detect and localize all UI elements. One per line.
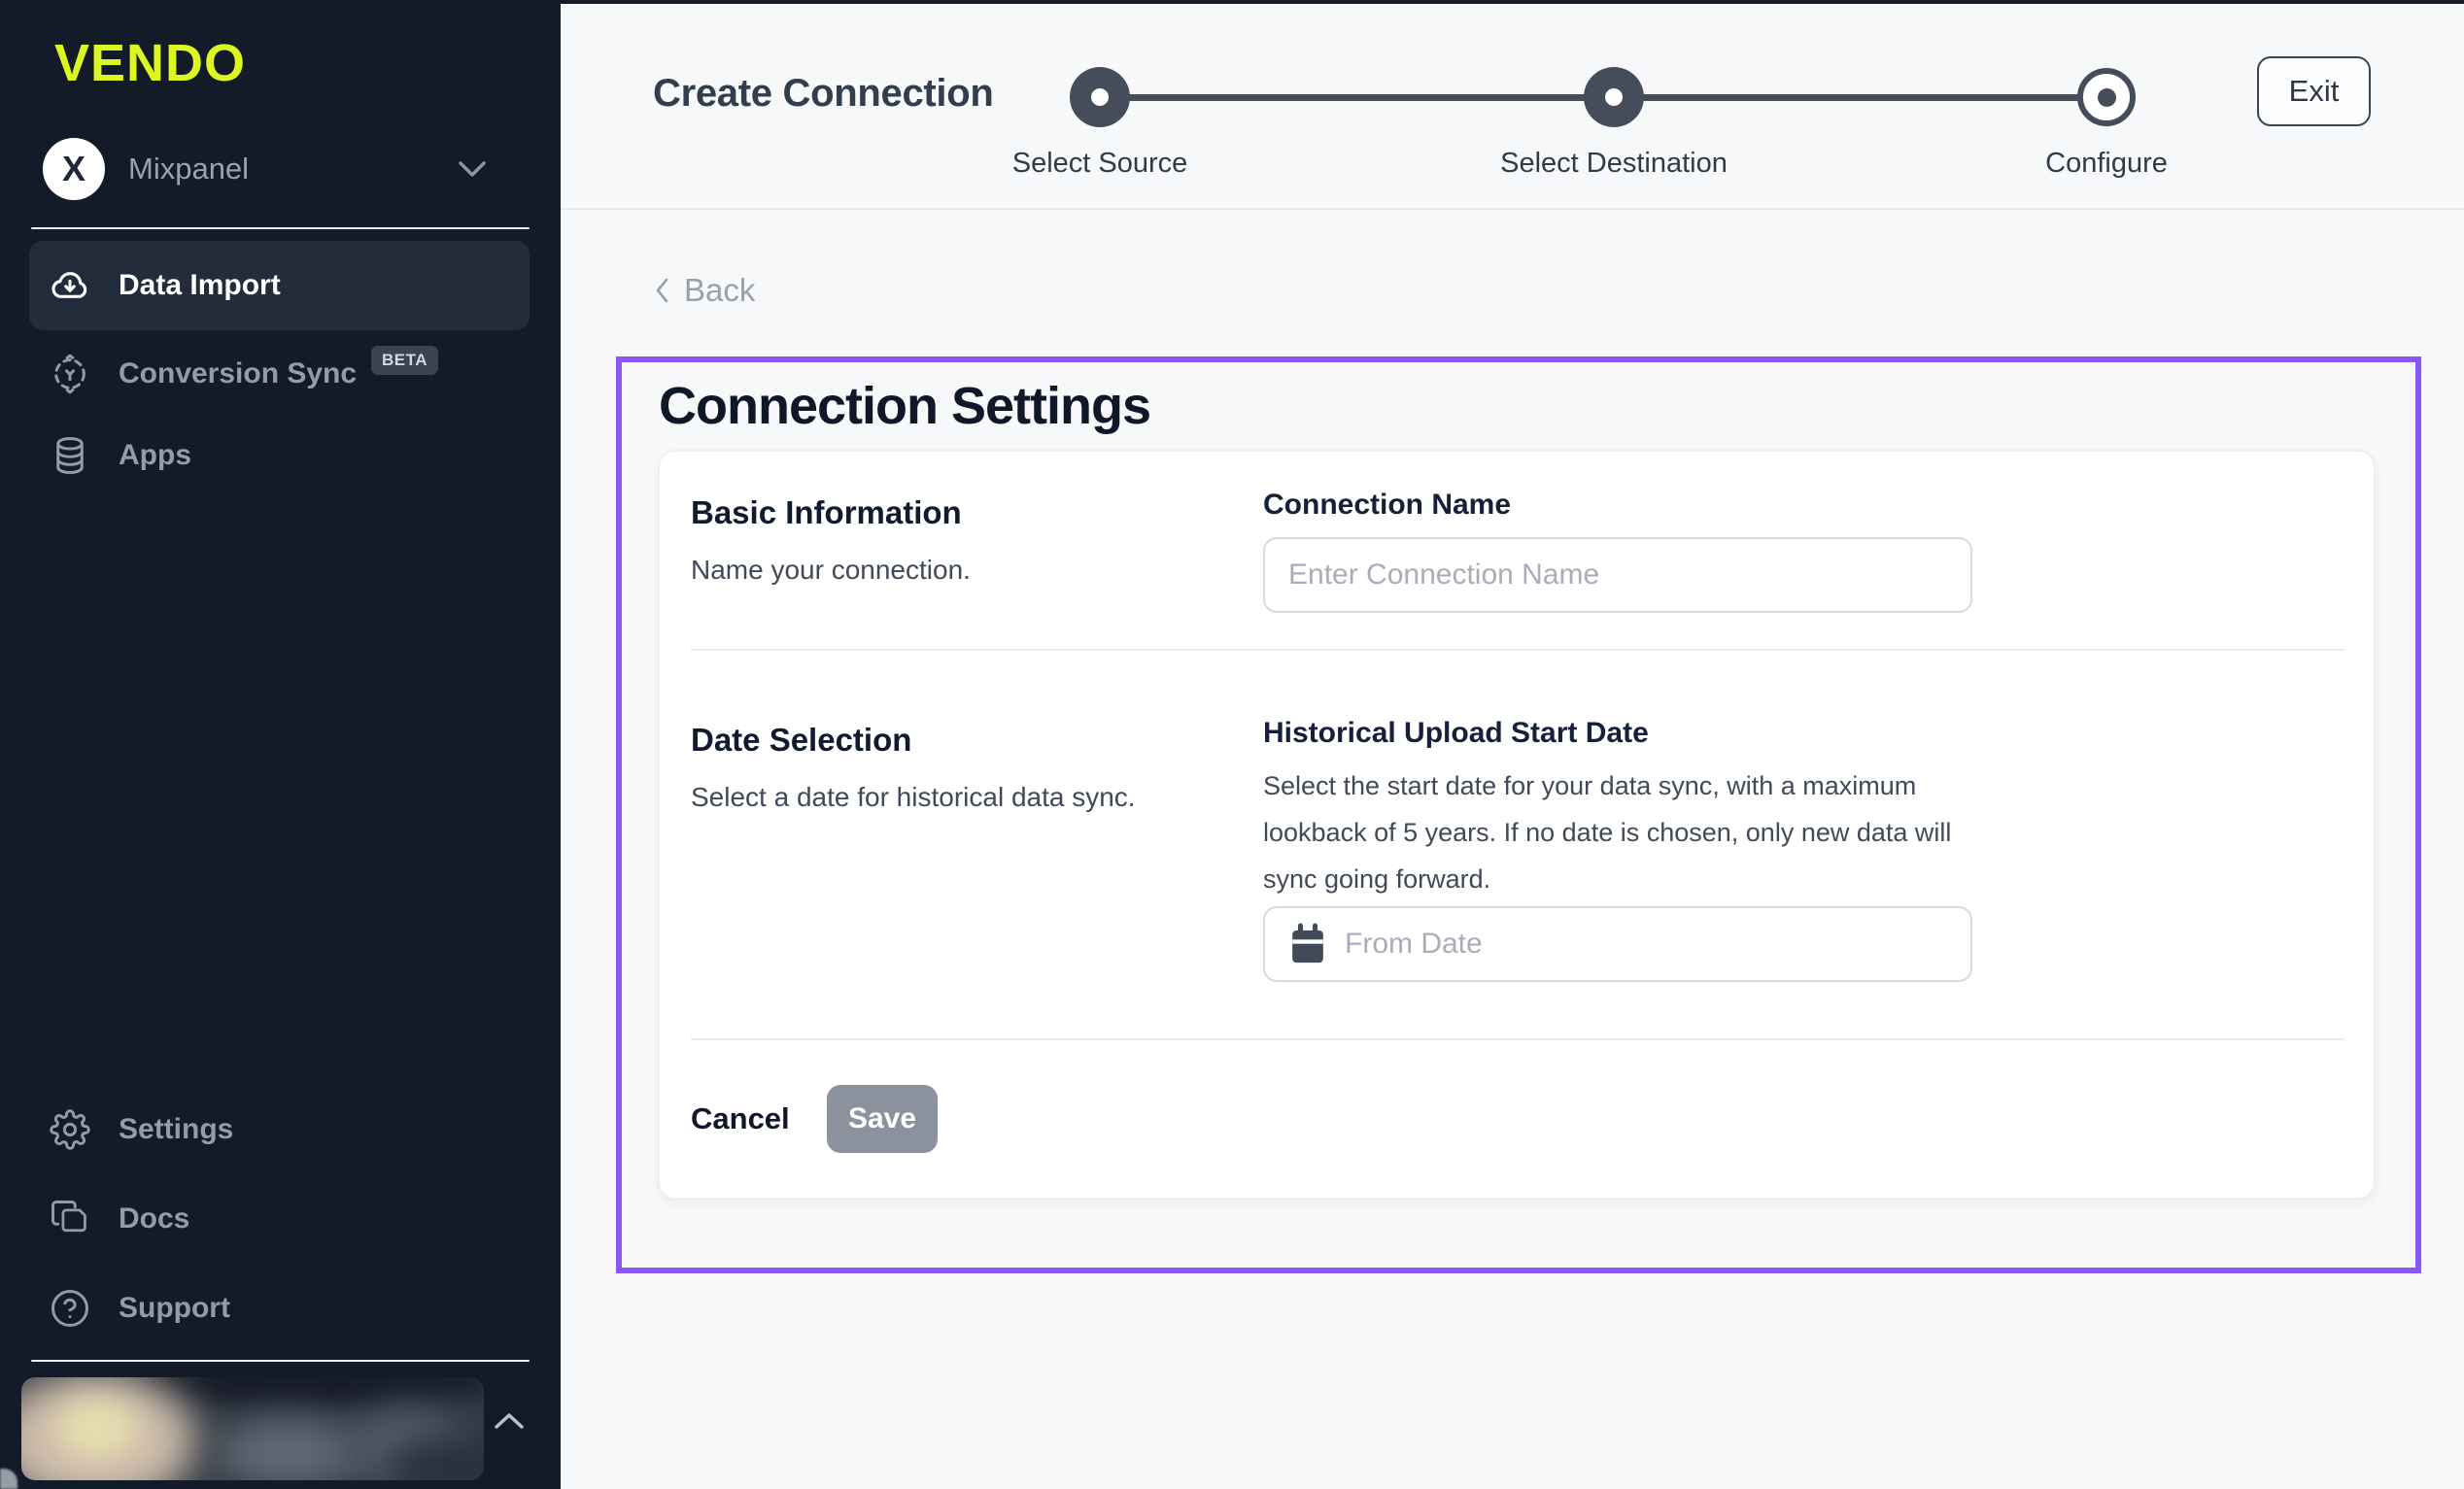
conversion-sync-icon [49, 353, 91, 395]
sidebar-item-label: Data Import [119, 269, 281, 302]
sidebar-item-conversion-sync[interactable]: Conversion Sync BETA [29, 338, 530, 410]
mixpanel-logo-icon: X [43, 138, 105, 200]
step-label-select-source: Select Source [1012, 148, 1188, 180]
sidebar-item-label: Conversion Sync [119, 357, 357, 390]
card-divider [691, 1038, 2344, 1040]
sidebar-item-support[interactable]: Support [29, 1272, 530, 1344]
cloud-download-icon [49, 264, 91, 307]
step-node-select-source[interactable] [1070, 67, 1130, 127]
sidebar-item-settings[interactable]: Settings [29, 1094, 530, 1166]
wizard-header: Create Connection Select Source Select D… [561, 0, 2464, 210]
step-dot [1605, 88, 1623, 106]
blur-blob [138, 1377, 484, 1406]
connection-settings-panel: Connection Settings Basic Information Na… [616, 356, 2421, 1273]
from-date-field [1263, 906, 1972, 982]
basic-information-title: Basic Information [691, 494, 962, 531]
workspace-name: Mixpanel [128, 152, 249, 186]
step-node-configure[interactable] [2077, 68, 2136, 126]
date-selection-description: Select a date for historical data sync. [691, 782, 1136, 813]
chevron-down-icon [457, 159, 488, 179]
page-title: Create Connection [653, 72, 994, 116]
cancel-button[interactable]: Cancel [691, 1085, 790, 1153]
step-label-configure: Configure [2045, 148, 2168, 180]
save-button[interactable]: Save [827, 1085, 938, 1153]
connection-name-label: Connection Name [1263, 489, 1511, 522]
step-node-select-destination[interactable] [1584, 67, 1644, 127]
sidebar-item-label: Docs [119, 1202, 189, 1235]
blur-blob [216, 1418, 361, 1480]
date-selection-title: Date Selection [691, 722, 911, 759]
from-date-input[interactable] [1327, 908, 1970, 980]
back-link[interactable]: Back [653, 272, 755, 309]
start-date-label: Historical Upload Start Date [1263, 717, 1649, 750]
step-dot [2098, 88, 2116, 107]
exit-button[interactable]: Exit [2257, 56, 2371, 126]
chevron-up-icon[interactable] [492, 1410, 527, 1432]
sidebar-divider [31, 1360, 530, 1362]
stepper-connector [1614, 94, 2106, 101]
sidebar-item-data-import[interactable]: Data Import [29, 241, 530, 330]
card-divider [691, 649, 2344, 651]
settings-card: Basic Information Name your connection. … [658, 450, 2376, 1200]
sidebar-item-docs[interactable]: Docs [29, 1183, 530, 1255]
help-circle-icon [49, 1287, 91, 1330]
basic-information-description: Name your connection. [691, 555, 971, 586]
vendo-logo: VENDO [54, 33, 246, 93]
sidebar-item-apps[interactable]: Apps [29, 420, 530, 491]
connection-name-input[interactable] [1265, 539, 1970, 611]
main-content: Create Connection Select Source Select D… [561, 0, 2464, 1489]
beta-badge: BETA [371, 346, 438, 375]
start-date-help-text: Select the start date for your data sync… [1263, 762, 1963, 902]
sidebar-divider [31, 227, 530, 229]
step-dot [1091, 88, 1109, 106]
background-element-peek [0, 1469, 17, 1489]
sidebar-item-label: Apps [119, 439, 191, 472]
step-label-select-destination: Select Destination [1500, 148, 1728, 180]
sidebar-item-label: Settings [119, 1113, 233, 1146]
window-top-edge [0, 0, 2464, 4]
docs-pages-icon [49, 1198, 91, 1240]
sidebar: VENDO X Mixpanel Data Import [0, 0, 561, 1489]
gear-icon [49, 1108, 91, 1151]
section-title: Connection Settings [659, 376, 1150, 436]
workspace-switcher[interactable]: X Mixpanel [43, 136, 529, 202]
user-account-preview-blurred[interactable] [21, 1377, 484, 1480]
connection-name-field [1263, 537, 1972, 613]
calendar-icon [1288, 923, 1327, 965]
blur-blob [55, 1399, 138, 1459]
sidebar-item-label: Support [119, 1292, 230, 1325]
chevron-left-icon [653, 276, 670, 305]
back-label: Back [684, 272, 755, 309]
stepper-connector [1100, 94, 1614, 101]
database-icon [49, 434, 91, 477]
